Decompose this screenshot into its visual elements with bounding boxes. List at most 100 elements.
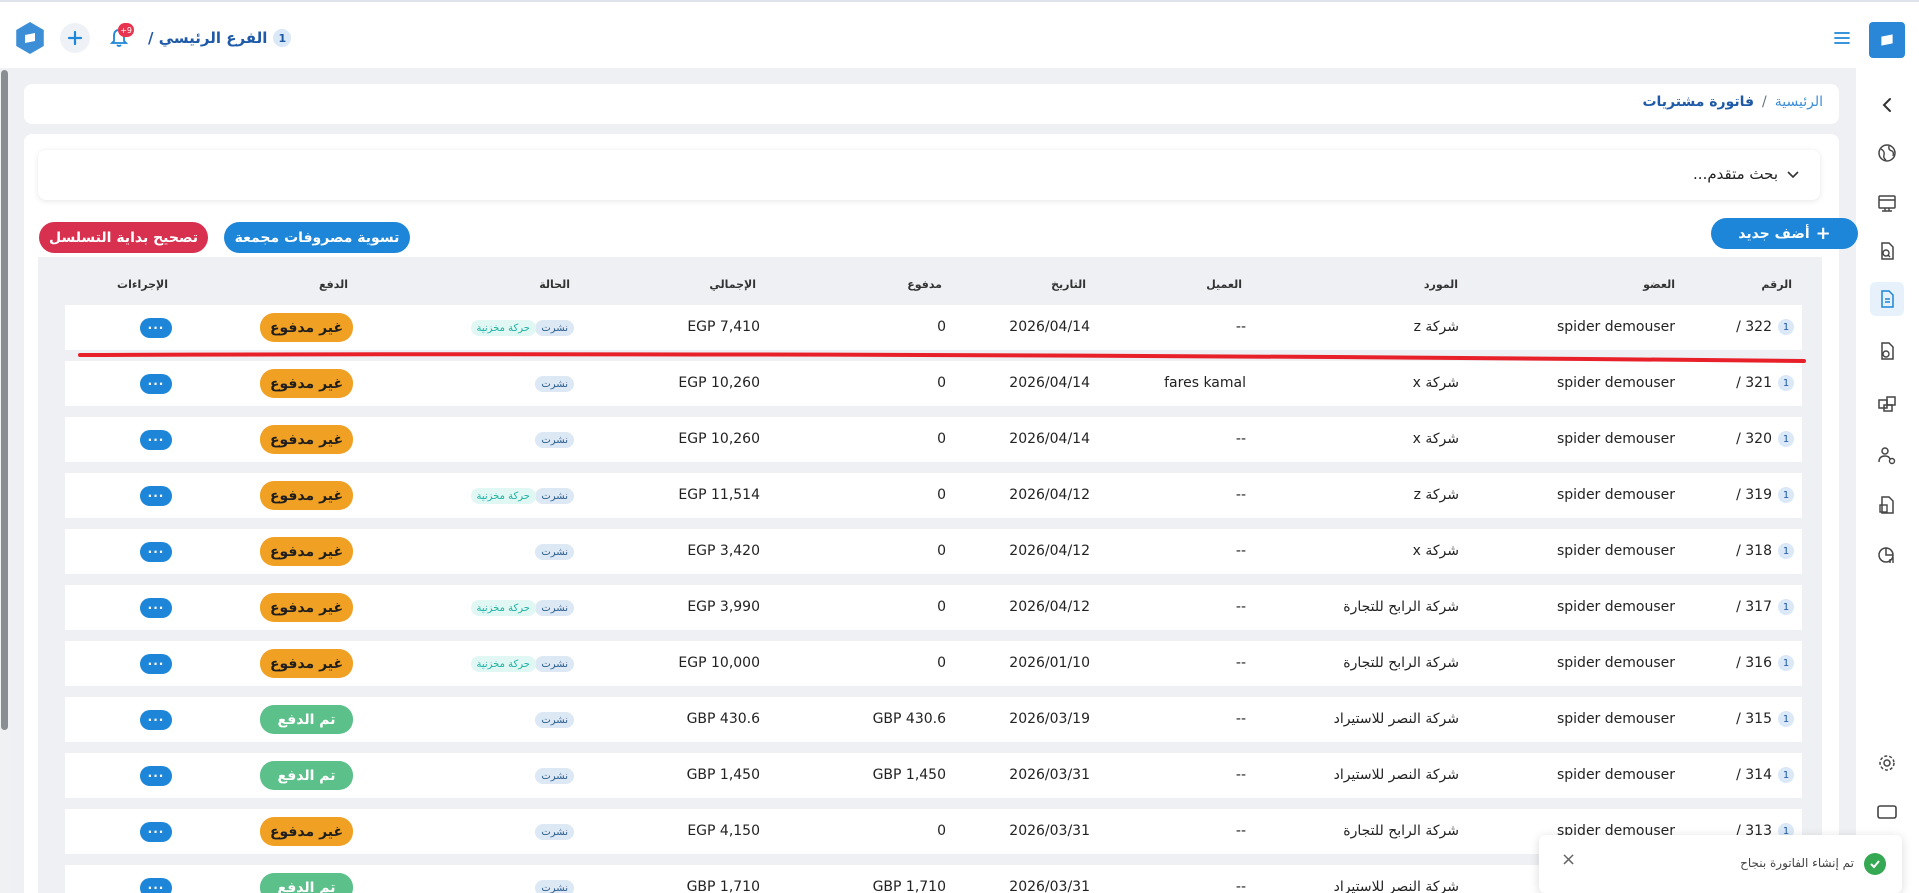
cell-date: 2026/04/12	[1009, 543, 1090, 559]
cell-paid: 0	[937, 543, 946, 559]
advanced-search-toggle[interactable]: بحث متقدم...	[1693, 165, 1800, 183]
invoice-number[interactable]: 320 /	[1736, 431, 1772, 447]
table-row[interactable]: 1 318 / spider demouser شركة x -- 2026/04/12 0…	[65, 529, 1802, 574]
cell-customer: fares kamal	[1164, 375, 1246, 391]
check-circle-icon	[1864, 853, 1886, 875]
users-settings-icon[interactable]	[1870, 438, 1904, 472]
cell-date: 2026/03/31	[1009, 767, 1090, 783]
row-actions-button[interactable]: ···	[140, 430, 172, 450]
globe-icon[interactable]	[1870, 136, 1904, 170]
payment-status-badge[interactable]: غير مدفوع	[260, 537, 353, 566]
advanced-search-panel[interactable]: بحث متقدم...	[38, 150, 1820, 200]
app-logo-icon[interactable]	[16, 22, 44, 54]
invoice-number[interactable]: 322 /	[1736, 319, 1772, 335]
brand-logo-icon[interactable]	[1869, 22, 1905, 58]
monitor-icon[interactable]	[1870, 795, 1904, 829]
invoice-number[interactable]: 318 /	[1736, 543, 1772, 559]
row-badge: 1	[1778, 711, 1794, 727]
payment-status-badge[interactable]: غير مدفوع	[260, 481, 353, 510]
table-row[interactable]: 1 317 / spider demouser شركة الرابح للتجارة…	[65, 585, 1802, 630]
cell-paid: 0	[937, 431, 946, 447]
settle-expenses-button[interactable]: تسوية مصروفات مجمعة	[224, 222, 410, 253]
row-actions-button[interactable]: ···	[140, 878, 172, 893]
register-icon[interactable]	[1870, 186, 1904, 220]
add-new-button[interactable]: + أضف جديد	[1711, 218, 1858, 249]
published-tag: نشرت	[535, 824, 574, 840]
plus-icon: +	[1815, 222, 1831, 244]
header-number: الرقم	[1761, 278, 1792, 291]
row-actions-button[interactable]: ···	[140, 598, 172, 618]
payment-status-badge[interactable]: غير مدفوع	[260, 593, 353, 622]
breadcrumb-current: فاتورة مشتريات	[1642, 94, 1755, 110]
add-new-label: أضف جديد	[1738, 225, 1810, 242]
row-actions-button[interactable]: ···	[140, 822, 172, 842]
purchase-invoice-icon[interactable]	[1870, 282, 1904, 316]
header-supplier: المورد	[1423, 278, 1458, 291]
cell-member: spider demouser	[1556, 375, 1675, 391]
cell-paid: 0	[937, 487, 946, 503]
fix-sequence-button[interactable]: تصحيح بداية التسلسل	[39, 222, 208, 253]
document-return-icon[interactable]	[1870, 334, 1904, 368]
cell-total: GBP 1,710	[686, 879, 760, 893]
more-icon: ···	[147, 769, 165, 783]
cell-paid: GBP 430.6	[872, 711, 946, 727]
menu-icon[interactable]	[1833, 30, 1851, 50]
table-row[interactable]: 1 314 / spider demouser شركة النصر للاستيرا…	[65, 753, 1802, 798]
cell-member: spider demouser	[1556, 319, 1675, 335]
payment-status-badge[interactable]: غير مدفوع	[260, 425, 353, 454]
table-row[interactable]: 1 320 / spider demouser شركة x -- 2026/04/14 0…	[65, 417, 1802, 462]
table-row[interactable]: 1 316 / spider demouser شركة الرابح للتجارة…	[65, 641, 1802, 686]
boxes-icon[interactable]	[1870, 386, 1904, 420]
payment-status-badge[interactable]: غير مدفوع	[260, 369, 353, 398]
invoice-number[interactable]: 321 /	[1736, 375, 1772, 391]
payment-status-badge[interactable]: غير مدفوع	[260, 313, 353, 342]
top-bar-left: +9 1 الفرع الرئيسي /	[14, 20, 292, 56]
payment-status-badge[interactable]: غير مدفوع	[260, 649, 353, 678]
box-doc-icon[interactable]	[1870, 488, 1904, 522]
document-search-icon[interactable]	[1870, 234, 1904, 268]
cell-member: spider demouser	[1556, 599, 1675, 615]
invoice-number[interactable]: 314 /	[1736, 767, 1772, 783]
cell-supplier: شركة الرابح للتجارة	[1343, 823, 1459, 839]
payment-status-badge[interactable]: تم الدفع	[260, 705, 353, 734]
published-tag: نشرت	[535, 376, 574, 392]
cell-number: 1 315 /	[1736, 711, 1794, 727]
breadcrumb-home-link[interactable]: الرئيسية	[1775, 94, 1823, 110]
invoice-number[interactable]: 316 /	[1736, 655, 1772, 671]
row-actions-button[interactable]: ···	[140, 374, 172, 394]
cell-total: EGP 7,410	[687, 319, 760, 335]
row-actions-button[interactable]: ···	[140, 654, 172, 674]
more-icon: ···	[147, 489, 165, 503]
cell-total: EGP 4,150	[687, 823, 760, 839]
close-icon[interactable]: ×	[1561, 849, 1576, 870]
payment-status-badge[interactable]: تم الدفع	[260, 873, 353, 893]
scrollbar-thumb[interactable]	[1, 70, 8, 730]
branch-selector[interactable]: 1 الفرع الرئيسي /	[148, 29, 292, 47]
more-icon: ···	[147, 657, 165, 671]
payment-status-badge[interactable]: تم الدفع	[260, 761, 353, 790]
page-scrollbar[interactable]	[0, 68, 9, 893]
cell-total: EGP 3,990	[687, 599, 760, 615]
cell-supplier: شركة الرابح للتجارة	[1343, 599, 1459, 615]
notifications-button[interactable]: +9	[104, 23, 134, 53]
chevron-left-icon[interactable]	[1870, 88, 1904, 122]
row-actions-button[interactable]: ···	[140, 318, 172, 338]
settings-icon[interactable]	[1870, 746, 1904, 780]
cell-supplier: شركة x	[1412, 543, 1459, 559]
invoice-number[interactable]: 315 /	[1736, 711, 1772, 727]
row-actions-button[interactable]: ···	[140, 766, 172, 786]
cell-total: EGP 10,000	[678, 655, 760, 671]
invoice-number[interactable]: 317 /	[1736, 599, 1772, 615]
invoice-number[interactable]: 319 /	[1736, 487, 1772, 503]
chart-doc-icon[interactable]	[1870, 538, 1904, 572]
stock-movement-tag: حركة مخزنية	[470, 488, 536, 504]
payment-status-badge[interactable]: غير مدفوع	[260, 817, 353, 846]
table-row[interactable]: 1 315 / spider demouser شركة النصر للاستيرا…	[65, 697, 1802, 742]
table-row[interactable]: 1 319 / spider demouser شركة z -- 2026/04/12 0…	[65, 473, 1802, 518]
row-actions-button[interactable]: ···	[140, 486, 172, 506]
add-icon[interactable]	[60, 23, 90, 53]
row-actions-button[interactable]: ···	[140, 710, 172, 730]
table-row[interactable]: 1 322 / spider demouser شركة z -- 2026/04/14 0…	[65, 305, 1802, 350]
table-row[interactable]: 1 321 / spider demouser شركة x fares kamal 20…	[65, 361, 1802, 406]
row-actions-button[interactable]: ···	[140, 542, 172, 562]
